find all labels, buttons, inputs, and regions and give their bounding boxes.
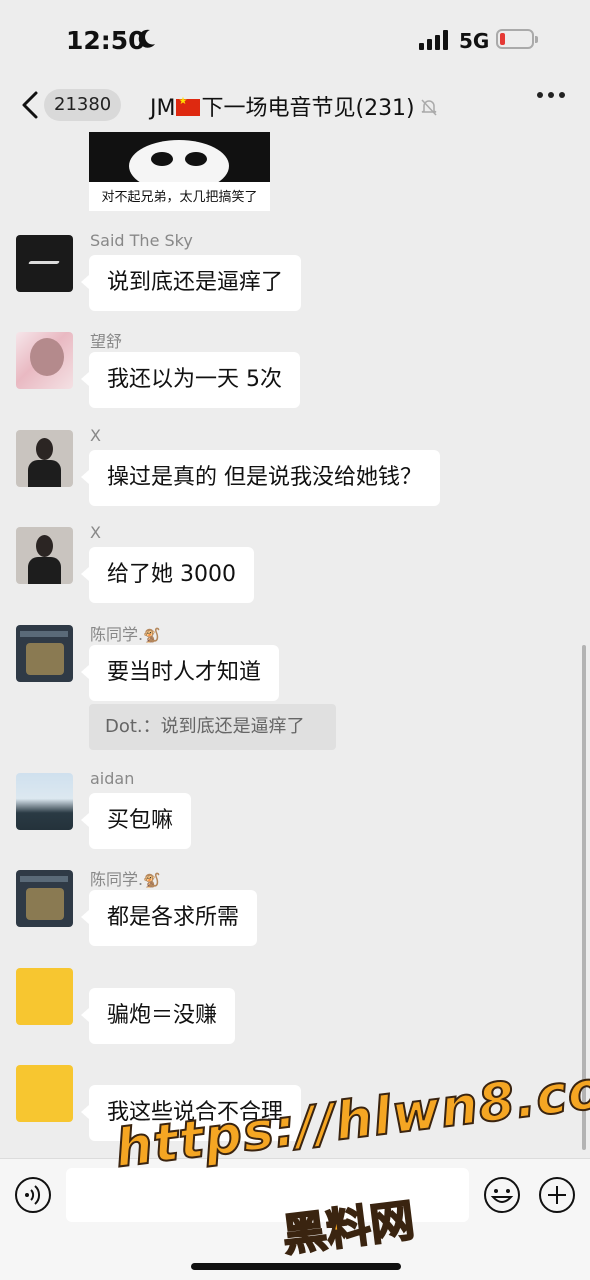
emoji-icon[interactable]	[483, 1176, 521, 1214]
chat-title-prefix: JM	[150, 96, 176, 121]
yellow-avatar[interactable]	[16, 1065, 73, 1122]
china-flag-icon	[176, 96, 201, 116]
status-bar: 12:50 5G	[0, 0, 590, 80]
battery-icon	[496, 29, 538, 49]
sticker-image[interactable]: 对不起兄弟，太几把搞笑了	[89, 132, 270, 211]
sender-name: 望舒	[90, 332, 123, 351]
chen-avatar[interactable]	[16, 870, 73, 927]
message-bubble[interactable]: 操过是真的 但是说我没给她钱？	[81, 450, 440, 506]
sticker-caption: 对不起兄弟，太几把搞笑了	[101, 190, 258, 205]
sender-name: Said The Sky	[90, 231, 193, 250]
chat-title[interactable]: JM 下一场电音节见(231)	[150, 90, 439, 122]
scrollbar[interactable]	[582, 645, 586, 1150]
sender-name: X	[90, 523, 101, 542]
more-options-icon[interactable]	[537, 92, 565, 98]
input-bar	[0, 1158, 590, 1280]
message-bubble[interactable]: 说到底还是逼痒了	[80, 255, 302, 311]
message-bubble[interactable]: 都是各求所需	[80, 890, 258, 946]
message-bubble[interactable]: 要当时人才知道	[80, 645, 280, 701]
back-chevron-icon[interactable]	[16, 88, 46, 122]
panda-meme-image	[89, 132, 270, 182]
chen-avatar[interactable]	[16, 625, 73, 682]
sender-name: aidan	[90, 769, 135, 788]
wangshu-avatar[interactable]	[16, 332, 73, 389]
signal-icon	[419, 30, 448, 50]
chat-title-suffix: 下一场电音节见(231)	[201, 96, 415, 121]
voice-input-icon[interactable]	[14, 1176, 52, 1214]
sender-name: 陈同学.🐒	[90, 621, 161, 645]
unread-count-badge[interactable]: 21380	[44, 89, 122, 121]
x-avatar[interactable]	[16, 527, 73, 584]
chat-messages: 对不起兄弟，太几把搞笑了 Said The Sky 说到底还是逼痒了 望舒 我还…	[0, 132, 590, 1158]
yellow-avatar[interactable]	[16, 968, 73, 1025]
x-avatar[interactable]	[16, 430, 73, 487]
quoted-reply[interactable]: Dot.：说到底还是逼痒了	[89, 704, 336, 750]
mute-bell-icon	[421, 99, 437, 116]
plus-icon[interactable]	[538, 1176, 576, 1214]
moon-icon	[138, 29, 155, 48]
message-input[interactable]	[66, 1168, 469, 1222]
message-bubble[interactable]: 我这些说合不合理	[80, 1085, 302, 1141]
monkey-emoji-icon: 🐒	[143, 628, 161, 644]
sender-name: 陈同学.🐒	[90, 866, 161, 890]
status-time: 12:50	[66, 26, 146, 55]
home-indicator	[191, 1263, 401, 1270]
monkey-emoji-icon: 🐒	[143, 873, 161, 889]
sender-name-text: 陈同学.	[90, 625, 144, 644]
network-label: 5G	[459, 29, 490, 53]
message-bubble[interactable]: 我还以为一天 5次	[81, 352, 300, 408]
message-bubble[interactable]: 给了她 3000	[81, 547, 254, 603]
sender-name: X	[90, 426, 101, 445]
message-bubble[interactable]: 骗炮＝没赚	[80, 988, 236, 1044]
aidan-avatar[interactable]	[16, 773, 73, 830]
chat-header: 21380 JM 下一场电音节见(231)	[0, 80, 590, 132]
said-the-sky-avatar[interactable]	[16, 235, 73, 292]
message-bubble[interactable]: 买包嘛	[80, 793, 192, 849]
sender-name-text: 陈同学.	[90, 870, 144, 889]
